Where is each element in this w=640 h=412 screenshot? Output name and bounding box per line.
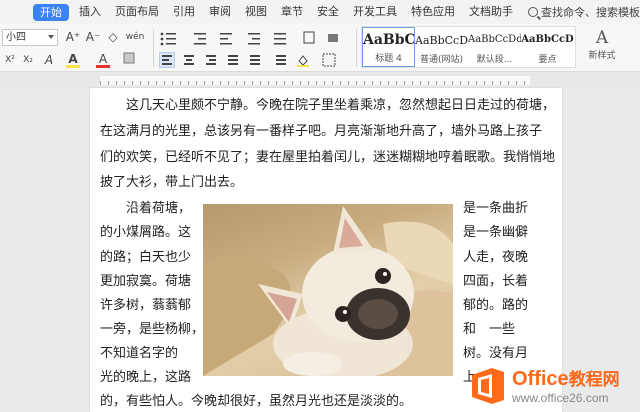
paragraph-line: 光的晚上，这路: [100, 370, 192, 385]
tab-references[interactable]: 引用: [166, 0, 202, 24]
paragraph-line: 许多树，蓊蓊郁: [100, 298, 192, 313]
paragraph-line: 和 一些: [463, 322, 516, 337]
char-shading-icon[interactable]: [122, 52, 136, 69]
tab-sections[interactable]: 章节: [274, 0, 310, 24]
menu-bar: 开始 插入 页面布局 引用 审阅 视图 章节 安全 开发工具 特色应用 文档助手…: [0, 0, 640, 24]
watermark-title-en: Office: [512, 367, 569, 390]
style-default-paragraph[interactable]: AaBbCcDd 默认段...: [468, 27, 521, 67]
text-effect-icon[interactable]: A: [42, 52, 56, 69]
paragraph-line: 郁的。路的: [463, 298, 529, 313]
paragraph-line: 更加寂寞。荷塘: [100, 274, 192, 289]
style-heading-4[interactable]: AaBbC 标题 4: [362, 27, 415, 67]
paragraph-tools-row: [160, 31, 338, 46]
grow-font-icon[interactable]: A⁺: [64, 29, 82, 46]
font-size-value: 小四: [6, 32, 26, 43]
command-search[interactable]: 查找命令、搜索模板: [528, 4, 640, 20]
ruler-scale: [100, 76, 530, 85]
watermark-title: Office教程网: [512, 368, 620, 391]
paragraph-line: 沿着荷塘，: [126, 201, 192, 216]
paragraph-line: 是一条幽僻: [463, 225, 529, 240]
chevron-down-icon: [48, 35, 54, 39]
distribute-button[interactable]: [248, 53, 262, 67]
tab-insert[interactable]: 插入: [72, 0, 108, 24]
office-watermark: Office教程网 www.office26.com: [468, 360, 640, 412]
style-sample: AaBbCcDd: [468, 34, 521, 45]
paragraph-line: 人走，夜晚: [463, 250, 529, 265]
tab-developer[interactable]: 开发工具: [346, 0, 404, 24]
style-name: 普通(网站): [419, 55, 464, 65]
divider: [356, 29, 357, 67]
tab-view[interactable]: 视图: [238, 0, 274, 24]
search-icon: [528, 7, 538, 17]
style-sample: AaBbCcD: [521, 34, 574, 45]
paragraph-line: 这几天心里颇不宁静。今晚在院子里坐着乘凉，忽然想起日日走过的荷塘，: [126, 98, 556, 113]
tab-start[interactable]: 开始: [33, 3, 69, 21]
tab-features[interactable]: 特色应用: [404, 0, 462, 24]
subscript-icon[interactable]: X₂: [20, 52, 36, 69]
superscript-icon[interactable]: X²: [2, 52, 18, 69]
paragraph-line: 的小煤屑路。这: [100, 225, 192, 240]
paragraph-line: 的，有些怕人。今晚却很好，虽然月光也还是淡淡的。: [100, 394, 413, 409]
paragraph-line: 们的欢笑，已经听不见了；妻在屋里拍着闰儿，迷迷糊糊地哼着眠歌。我悄悄地: [100, 150, 556, 165]
style-sample: AaBbC: [363, 32, 415, 48]
align-left-button[interactable]: [159, 52, 175, 68]
style-name: 默认段...: [476, 55, 513, 65]
ribbon-toolbar: 小四 A⁺ A⁻ ◇ wén X² X₂ A A A AaBbC 标题 4 Aa…: [0, 24, 640, 72]
watermark-title-zh: 教程网: [568, 369, 620, 389]
align-justify-button[interactable]: [226, 53, 240, 67]
style-key-points[interactable]: AaBbCcD 要点: [521, 27, 574, 67]
style-name: 标题 4: [375, 54, 402, 64]
paragraph-line: 是一条曲折: [463, 201, 529, 216]
new-style-icon: A: [595, 28, 609, 48]
align-right-button[interactable]: [204, 53, 218, 67]
font-size-select[interactable]: 小四: [2, 29, 58, 46]
watermark-url: www.office26.com: [512, 390, 609, 405]
command-search-label: 查找命令、搜索模板: [541, 6, 640, 19]
style-name: 要点: [538, 55, 557, 65]
paragraph-line: 不知道名字的: [100, 346, 179, 361]
tab-security[interactable]: 安全: [310, 0, 346, 24]
dog-photo[interactable]: [203, 204, 453, 376]
office-logo-icon: [468, 366, 508, 406]
style-gallery: AaBbC 标题 4 AaBbCcD 普通(网站) AaBbCcDd 默认段..…: [361, 26, 576, 68]
phonetic-guide-icon[interactable]: wén: [124, 29, 146, 46]
style-sample: AaBbCcD: [415, 34, 468, 47]
paragraph-line: 的路；白天也少: [100, 250, 192, 265]
clear-format-icon[interactable]: ◇: [105, 29, 121, 46]
horizontal-ruler[interactable]: [0, 73, 640, 87]
new-style-label: 新样式: [588, 51, 616, 61]
paragraph-line: 一旁，是些杨柳，: [100, 322, 205, 337]
tab-review[interactable]: 审阅: [202, 0, 238, 24]
paragraph-line: 在这满月的光里，总该另有一番样子吧。月亮渐渐地升高了，墙外马路上孩子: [100, 124, 543, 139]
borders-icon[interactable]: [322, 53, 336, 67]
highlight-color-icon[interactable]: A: [66, 51, 80, 68]
line-spacing-button[interactable]: [272, 53, 286, 67]
tab-doc-assistant[interactable]: 文档助手: [462, 0, 520, 24]
align-center-button[interactable]: [182, 53, 196, 67]
paragraph-line: 四面，长着: [463, 274, 529, 289]
shrink-font-icon[interactable]: A⁻: [84, 29, 102, 46]
font-color-icon[interactable]: A: [96, 51, 110, 68]
fill-color-icon[interactable]: [296, 53, 310, 67]
new-style-button[interactable]: A 新样式: [582, 28, 622, 61]
divider: [153, 29, 154, 67]
style-normal-web[interactable]: AaBbCcD 普通(网站): [415, 27, 468, 67]
tab-page-layout[interactable]: 页面布局: [108, 0, 166, 24]
paragraph-line: 披了大衫，带上门出去。: [100, 175, 244, 190]
